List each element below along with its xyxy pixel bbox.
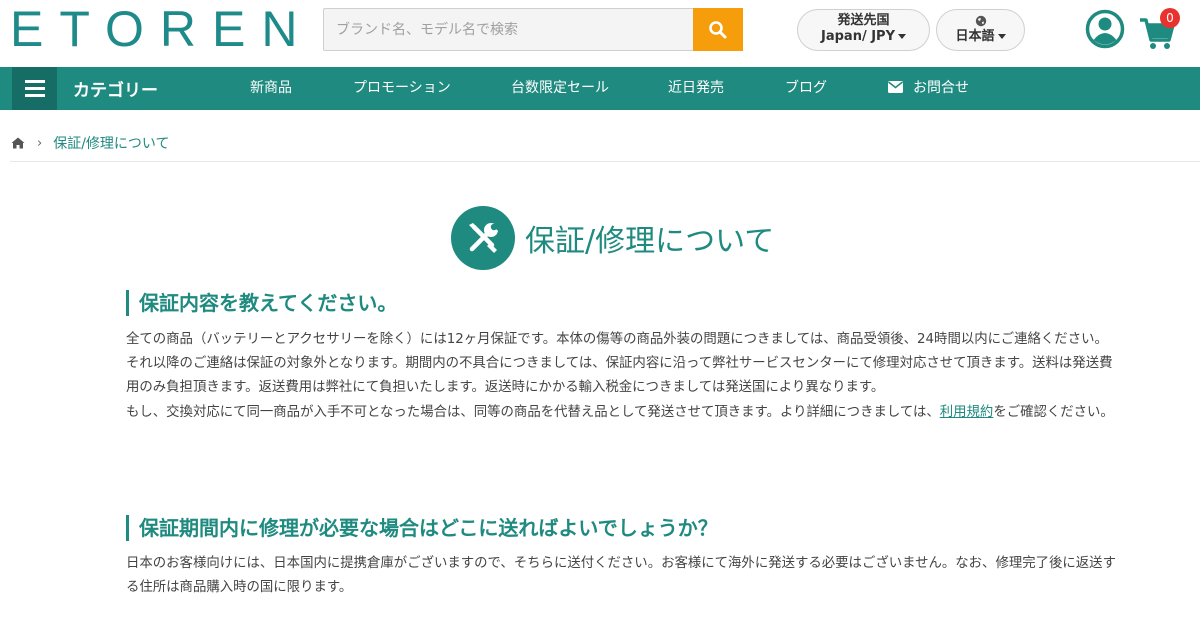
shipping-country-selector[interactable]: 発送先国 Japan/ JPY <box>797 9 930 51</box>
warranty-paragraph: 全ての商品（バッテリーとアクセサリーを除く）には12ヶ月保証です。本体の傷等の商… <box>126 332 1113 396</box>
search-input[interactable] <box>324 9 693 50</box>
contact-label: お問合せ <box>913 80 969 96</box>
nav-item-promotions[interactable]: プロモーション <box>353 67 451 110</box>
replacement-text-end: をご確認ください。 <box>993 404 1114 420</box>
section-body-repair: 日本のお客様向けには、日本国内に提携倉庫がございますので、そちらに送付ください。… <box>126 552 1116 600</box>
repair-paragraph: 日本のお客様向けには、日本国内に提携倉庫がございますので、そちらに送付ください。… <box>126 556 1116 596</box>
hamburger-menu-icon <box>12 67 57 110</box>
section-heading-repair: 保証期間内に修理が必要な場合はどこに送ればよいでしょうか？ <box>126 515 718 541</box>
section-body-warranty: 全ての商品（バッテリーとアクセサリーを除く）には12ヶ月保証です。本体の傷等の商… <box>126 328 1116 425</box>
page-title: 保証/修理について <box>525 224 775 259</box>
search-bar <box>323 8 743 51</box>
caret-down-icon <box>997 34 1006 39</box>
nav-item-blog[interactable]: ブログ <box>785 67 827 110</box>
terms-of-use-link[interactable]: 利用規約 <box>940 405 994 420</box>
shipping-label: 発送先国 <box>837 13 890 28</box>
tools-icon <box>451 206 515 270</box>
etoren-logo[interactable]: ETOREN <box>10 4 313 54</box>
nav-item-new-products[interactable]: 新商品 <box>250 67 292 110</box>
replacement-text: もし、交換対応にて同一商品が入手不可となった場合は、同等の商品を代替え品として発… <box>126 404 940 420</box>
envelope-icon <box>888 81 903 93</box>
section-heading-warranty: 保証内容を教えてください。 <box>126 290 397 316</box>
site-header: ETOREN 発送先国 Japan/ JPY 日本語 <box>0 0 1200 66</box>
globe-icon <box>975 15 986 27</box>
replacement-paragraph: もし、交換対応にて同一商品が入手不可となった場合は、同等の商品を代替え品として発… <box>126 401 1116 425</box>
breadcrumb: › 保証/修理について <box>11 132 170 154</box>
shipping-value: Japan/ JPY <box>821 29 895 44</box>
language-selector[interactable]: 日本語 <box>936 9 1025 51</box>
nav-item-contact[interactable]: お問合せ <box>888 67 969 110</box>
cart-count-badge: 0 <box>1160 8 1180 28</box>
account-button[interactable] <box>1085 9 1125 49</box>
main-nav: カテゴリー 新商品 プロモーション 台数限定セール 近日発売 ブログ お問合せ <box>0 67 1200 110</box>
search-icon <box>709 20 727 38</box>
breadcrumb-current: 保証/修理について <box>53 136 170 152</box>
user-icon <box>1085 9 1125 49</box>
breadcrumb-separator-icon: › <box>37 135 43 151</box>
page-title-row: 保証/修理について <box>451 206 774 270</box>
category-label: カテゴリー <box>73 81 158 101</box>
search-button[interactable] <box>693 8 743 51</box>
cart-button[interactable]: 0 <box>1138 8 1186 52</box>
divider <box>10 161 1200 162</box>
nav-item-coming-soon[interactable]: 近日発売 <box>668 67 724 110</box>
caret-down-icon <box>898 34 906 39</box>
language-value: 日本語 <box>955 29 995 44</box>
home-icon[interactable] <box>11 137 25 149</box>
category-menu-button[interactable]: カテゴリー <box>12 67 158 110</box>
nav-item-limited-sale[interactable]: 台数限定セール <box>511 67 609 110</box>
